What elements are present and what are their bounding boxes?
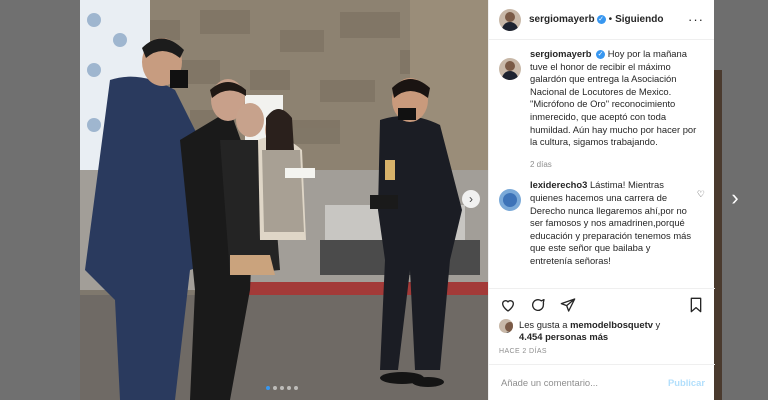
- likes-count[interactable]: 4.454 personas más: [519, 331, 608, 342]
- caption-username[interactable]: sergiomayerb: [530, 48, 592, 59]
- next-post-preview[interactable]: [714, 70, 722, 400]
- post-author-username[interactable]: sergiomayerb: [529, 14, 595, 25]
- caption-item: sergiomayerb ✓ Hoy por la mañana tuve el…: [489, 48, 715, 171]
- post-timestamp[interactable]: HACE 2 DÍAS: [499, 348, 547, 355]
- backdrop: [0, 0, 80, 400]
- bookmark-icon[interactable]: [687, 296, 705, 314]
- carousel-dot[interactable]: [273, 386, 277, 390]
- likes-text: Les gusta a memodelbosquetv y 4.454 pers…: [519, 319, 660, 343]
- action-bar: [489, 288, 715, 320]
- separator-dot: •: [608, 14, 613, 25]
- verified-badge-icon: ✓: [596, 15, 606, 24]
- post-sidebar: sergiomayerb ✓ • Siguiendo ··· sergiomay…: [488, 0, 715, 400]
- more-options-icon[interactable]: ···: [688, 12, 704, 27]
- comment-composer: Publicar: [489, 364, 715, 400]
- carousel-dot[interactable]: [294, 386, 298, 390]
- carousel-dots: [266, 386, 298, 392]
- post-photo: ›: [80, 0, 488, 400]
- likes-prefix: Les gusta a: [519, 319, 568, 330]
- caption-text: Hoy por la mañana tuve el honor de recib…: [530, 48, 697, 148]
- comment-item: lexiderecho3 Lástima! Mientras quienes h…: [489, 179, 715, 267]
- avatar[interactable]: [499, 189, 521, 212]
- avatar[interactable]: [499, 8, 521, 31]
- likes-user[interactable]: memodelbosquetv: [570, 319, 653, 330]
- caption-timestamp[interactable]: 2 días: [530, 159, 700, 172]
- carousel-dot[interactable]: [266, 386, 270, 390]
- post-header: sergiomayerb ✓ • Siguiendo ···: [489, 0, 714, 40]
- comment-body: lexiderecho3 Lástima! Mientras quienes h…: [530, 179, 693, 267]
- photo-next-chevron-icon[interactable]: ›: [462, 190, 480, 208]
- post-modal: › sergiomayerb ✓ • Siguiendo ··· sergiom…: [80, 0, 715, 400]
- next-post-chevron-icon[interactable]: ›: [726, 187, 744, 209]
- heart-icon[interactable]: [499, 296, 517, 314]
- comment-input[interactable]: [499, 376, 668, 389]
- caption-body: sergiomayerb ✓ Hoy por la mañana tuve el…: [530, 48, 700, 171]
- comment-like-heart-icon[interactable]: ♡: [697, 189, 705, 267]
- likes-summary: Les gusta a memodelbosquetv y 4.454 pers…: [499, 319, 705, 343]
- comment-icon[interactable]: [529, 296, 547, 314]
- share-icon[interactable]: [559, 296, 577, 314]
- verified-badge-icon: ✓: [596, 50, 606, 60]
- follow-status-button[interactable]: Siguiendo: [615, 14, 663, 25]
- ceremony-photo: [80, 0, 488, 400]
- publish-button[interactable]: Publicar: [668, 377, 705, 388]
- carousel-dot[interactable]: [287, 386, 291, 390]
- comment-username[interactable]: lexiderecho3: [530, 179, 587, 190]
- comment-text: Lástima! Mientras quienes hacemos una ca…: [530, 179, 692, 266]
- avatar[interactable]: [499, 319, 513, 333]
- carousel-dot[interactable]: [280, 386, 284, 390]
- likes-joiner: y: [655, 319, 661, 330]
- comments-list[interactable]: sergiomayerb ✓ Hoy por la mañana tuve el…: [489, 48, 715, 288]
- avatar[interactable]: [499, 58, 521, 80]
